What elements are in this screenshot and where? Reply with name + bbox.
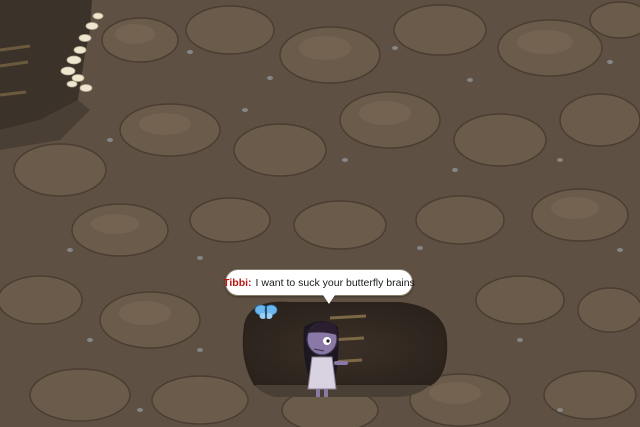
game-scene[interactable]: Tibbi: I want to suck your butterfly bra…	[0, 0, 640, 427]
chat-message-text: I want to suck your butterfly brains	[255, 276, 415, 289]
chat-speech-bubble: Tibbi: I want to suck your butterfly bra…	[223, 269, 415, 296]
butterfly-target[interactable]	[256, 304, 278, 322]
player-avatar[interactable]	[304, 318, 344, 398]
chat-speaker-name: Tibbi:	[223, 276, 252, 289]
speech-bubble-tail	[323, 295, 335, 304]
